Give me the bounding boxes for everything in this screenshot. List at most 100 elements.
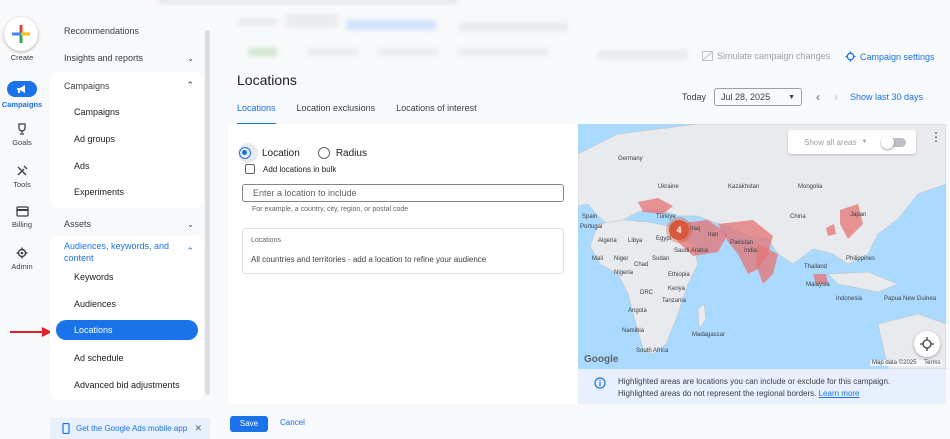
map-terms-link[interactable]: Terms — [924, 360, 940, 366]
map-label-china: China — [790, 214, 806, 220]
cancel-button[interactable]: Cancel — [280, 418, 305, 427]
nav-assets[interactable]: Assets ⌄ — [64, 219, 194, 229]
map-label-mali: Mali — [592, 256, 604, 262]
chevron-up-icon: ⌃ — [186, 80, 194, 90]
map-data-text: Map data ©2025 — [872, 360, 917, 366]
bulk-checkbox-row[interactable]: Add locations in bulk — [245, 164, 336, 174]
google-map-logo: Google — [584, 354, 619, 365]
nav-audiences-header-label: Audiences, keywords, and content — [64, 241, 170, 263]
nav-campaigns-header[interactable]: Campaigns ⌃ — [64, 80, 194, 91]
rail-admin-label: Admin — [11, 262, 33, 271]
rail-item-tools[interactable]: Tools — [0, 165, 44, 189]
crosshair-icon — [920, 337, 934, 351]
map-label-spain: Spain — [582, 214, 598, 220]
show-last-30-days-link[interactable]: Show last 30 days — [850, 92, 923, 102]
info-text: Highlighted areas are locations you can … — [618, 376, 890, 400]
trophy-icon — [18, 123, 26, 135]
date-picker[interactable]: Jul 28, 2025 ▼ — [714, 88, 803, 106]
location-radio[interactable] — [238, 143, 258, 163]
target-type-radios: Location Radius — [238, 143, 367, 163]
next-period-button[interactable]: › — [834, 90, 838, 104]
simulate-button[interactable]: Simulate campaign changes — [702, 51, 830, 61]
create-button[interactable] — [4, 17, 38, 51]
location-search-input[interactable]: Enter a location to include — [242, 184, 564, 202]
nav-assets-label: Assets — [64, 219, 92, 229]
map-attribution: Map data ©2025 Terms — [870, 360, 943, 366]
nav-recommendations-label: Recommendations — [64, 26, 140, 36]
gear-icon — [16, 247, 28, 259]
selected-locations-text: All countries and territories - add a lo… — [251, 255, 487, 264]
sidebar-item-locations[interactable]: Locations — [56, 320, 198, 340]
chevron-down-icon: ⌄ — [187, 219, 194, 229]
left-rail: Create Campaigns Goals Tools Billing Adm… — [0, 0, 44, 439]
map-label-indonesia: Indonesia — [836, 296, 863, 302]
chevron-down-icon: ⌄ — [187, 53, 194, 63]
google-ads-locations-page: Create Campaigns Goals Tools Billing Adm… — [0, 0, 950, 439]
tab-locations[interactable]: Locations — [237, 103, 276, 125]
location-cluster-marker[interactable]: 4 — [669, 220, 689, 240]
map-label-mongolia: Mongolia — [798, 184, 823, 190]
bulk-checkbox[interactable] — [245, 164, 255, 174]
radius-radio-label[interactable]: Radius — [336, 148, 367, 159]
sidebar-item-campaigns[interactable]: Campaigns — [74, 107, 120, 117]
location-radio-label[interactable]: Location — [262, 148, 300, 159]
save-button[interactable]: Save — [230, 416, 268, 432]
location-form-panel: Location Radius Add locations in bulk En… — [228, 124, 578, 404]
mobile-app-promo[interactable]: Get the Google Ads mobile app ✕ — [50, 418, 210, 439]
sidebar-scrollbar[interactable] — [205, 30, 210, 395]
top-header-blurred — [158, 0, 950, 70]
map-label-germany: Germany — [618, 156, 643, 162]
nav-audiences-header[interactable]: Audiences, keywords, and content ⌃ — [64, 240, 194, 264]
map-label-south-africa: South Africa — [636, 348, 669, 354]
caret-down-icon: ▼ — [861, 139, 868, 145]
radius-radio[interactable] — [317, 147, 330, 159]
megaphone-icon — [17, 85, 25, 93]
map-label-philippines: Philippines — [846, 256, 876, 262]
map-label-ethiopia: Ethiopia — [668, 272, 690, 278]
sidebar: Recommendations Insights and reports ⌄ C… — [50, 0, 210, 439]
tab-location-exclusions[interactable]: Location exclusions — [297, 103, 376, 125]
close-icon[interactable]: ✕ — [194, 423, 202, 434]
rail-item-goals[interactable]: Goals — [0, 123, 44, 147]
nav-insights-label: Insights and reports — [64, 53, 144, 63]
chevron-up-icon: ⌃ — [186, 246, 194, 256]
map-label-niger: Niger — [614, 256, 629, 262]
campaign-settings-button[interactable]: Campaign settings — [845, 51, 935, 62]
form-footer: Save Cancel — [228, 404, 950, 439]
map-label-iran: Iran — [708, 232, 719, 238]
phone-icon — [62, 423, 70, 434]
previous-period-button[interactable]: ‹ — [816, 90, 820, 104]
map-label-tanzania: Tanzania — [662, 298, 687, 304]
sidebar-item-experiments[interactable]: Experiments — [74, 187, 124, 197]
map-label-algeria: Algeria — [598, 238, 617, 244]
nav-insights[interactable]: Insights and reports ⌄ — [64, 53, 194, 63]
show-all-areas-control[interactable]: Show all areas ▼ — [788, 130, 916, 154]
sidebar-item-audiences[interactable]: Audiences — [74, 299, 116, 309]
sidebar-item-ads[interactable]: Ads — [74, 161, 90, 171]
sidebar-item-ad-schedule[interactable]: Ad schedule — [74, 353, 124, 363]
rail-item-admin[interactable]: Admin — [0, 247, 44, 271]
map-label-namibia: Namibia — [622, 328, 645, 334]
map-label-sudan: Sudan — [652, 256, 670, 262]
nav-recommendations[interactable]: Recommendations — [64, 26, 194, 36]
simulate-label: Simulate campaign changes — [717, 51, 831, 61]
locations-map[interactable]: Germany Ukraine Kazakhstan Mongolia Chin… — [578, 124, 946, 369]
selected-locations-box: Locations All countries and territories … — [242, 228, 564, 274]
learn-more-link[interactable]: Learn more — [819, 389, 860, 398]
show-all-areas-toggle[interactable] — [881, 136, 906, 149]
map-label-thailand: Thailand — [804, 264, 828, 270]
map-label-iraq: Iraq — [690, 226, 701, 232]
sidebar-item-keywords[interactable]: Keywords — [74, 272, 114, 282]
tools-icon — [17, 165, 28, 176]
rail-item-campaigns[interactable]: Campaigns — [0, 81, 44, 109]
sidebar-item-ad-groups[interactable]: Ad groups — [74, 134, 115, 144]
map-locate-button[interactable] — [914, 331, 940, 357]
map-info-banner: Highlighted areas are locations you can … — [578, 369, 946, 404]
tab-locations-of-interest[interactable]: Locations of interest — [396, 103, 477, 125]
map-label-png: Papua New Guinea — [884, 296, 937, 302]
map-label-malaysia: Malaysia — [806, 282, 830, 288]
sidebar-item-advanced-bid[interactable]: Advanced bid adjustments — [74, 380, 180, 390]
more-vert-icon[interactable]: ⋮ — [930, 130, 942, 144]
rail-item-billing[interactable]: Billing — [0, 206, 44, 229]
rail-goals-label: Goals — [12, 138, 32, 147]
